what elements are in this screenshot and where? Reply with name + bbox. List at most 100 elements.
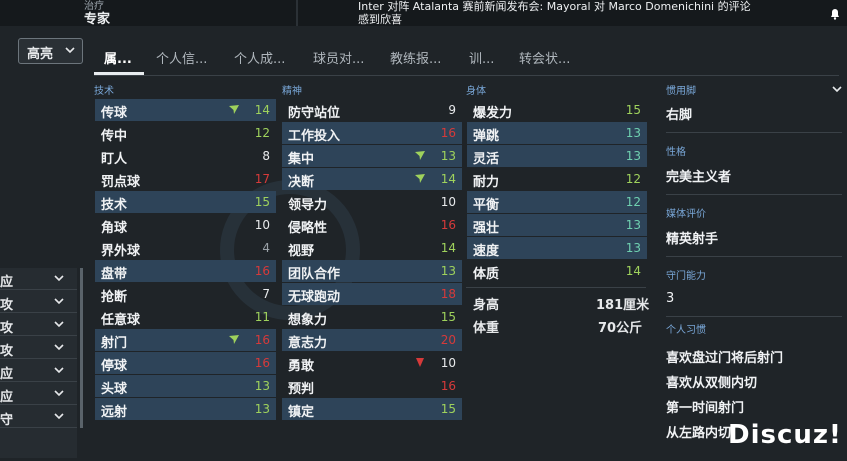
tab-training[interactable]: 训... — [469, 48, 494, 67]
player-trait: 喜欢盘过门将后射门 — [666, 351, 784, 366]
tab-personal-stats[interactable]: 个人成... — [234, 48, 285, 67]
attribute-row-physical[interactable]: 耐力 12 — [467, 168, 647, 190]
position-list-item[interactable]: 守 — [0, 406, 77, 428]
tab-coach-report[interactable]: 教练报... — [390, 48, 441, 67]
attribute-row-technical[interactable]: 传球 14 — [95, 99, 276, 121]
attribute-row-mental[interactable]: 镇定 15 — [282, 398, 462, 420]
attribute-row-technical[interactable]: 远射 13 — [95, 398, 276, 420]
section-technical-title: 技术 — [94, 86, 114, 97]
chevron-down-icon — [54, 413, 64, 420]
attribute-row-technical[interactable]: 停球 16 — [95, 352, 276, 374]
attribute-value: 13 — [625, 218, 641, 232]
attribute-row-technical[interactable]: 技术 15 — [95, 191, 276, 213]
position-list-item[interactable]: 攻 — [0, 291, 77, 313]
attribute-value: 13 — [625, 149, 641, 163]
attribute-row-physical[interactable]: 平衡 12 — [467, 191, 647, 213]
attribute-value: 9 — [448, 103, 456, 117]
attribute-row-technical[interactable]: 任意球 11 — [95, 306, 276, 328]
attribute-value: 18 — [440, 287, 456, 301]
bell-icon[interactable] — [829, 8, 841, 20]
chevron-down-icon — [54, 275, 64, 282]
attribute-row-physical[interactable]: 体质 14 — [467, 260, 647, 282]
divider — [666, 132, 842, 133]
attribute-value: 10 — [440, 195, 456, 209]
attribute-row-physical[interactable]: 强壮 13 — [467, 214, 647, 236]
attribute-name: 耐力 — [473, 175, 500, 190]
attribute-row-technical[interactable]: 盘带 16 — [95, 260, 276, 282]
divider — [666, 256, 842, 257]
height-value: 181厘米 — [596, 298, 650, 313]
position-list-item[interactable]: 应 — [0, 383, 77, 405]
attribute-value: 12 — [254, 126, 270, 140]
attribute-row-physical[interactable]: 速度 13 — [467, 237, 647, 259]
attribute-value: 10 — [440, 356, 456, 370]
attribute-row-mental[interactable]: 意志力 20 — [282, 329, 462, 351]
attribute-value: 10 — [254, 218, 270, 232]
header-role: 专家 — [84, 12, 111, 27]
attribute-value: 11 — [254, 310, 270, 324]
attribute-name: 想象力 — [288, 313, 328, 328]
attribute-value: 16 — [254, 356, 270, 370]
improvement-arrow-icon — [415, 174, 425, 183]
attribute-value: 13 — [440, 264, 456, 278]
attribute-value: 8 — [262, 149, 270, 163]
tab-transfer-status[interactable]: 转会状... — [519, 48, 570, 67]
attribute-name: 界外球 — [101, 244, 141, 259]
media-description-value: 精英射手 — [666, 232, 719, 247]
position-list-item[interactable]: 应 — [0, 268, 77, 290]
tab-attributes[interactable]: 属... — [104, 48, 132, 67]
attribute-value: 16 — [254, 264, 270, 278]
attribute-row-technical[interactable]: 传中 12 — [95, 122, 276, 144]
scrollbar[interactable] — [80, 268, 83, 428]
news-headline[interactable]: Inter 对阵 Atalanta 赛前新闻发布会: Mayoral 对 Mar… — [358, 0, 758, 26]
weight-value: 70公斤 — [598, 321, 643, 336]
attribute-name: 意志力 — [288, 336, 328, 351]
attribute-value: 17 — [254, 172, 270, 186]
chevron-down-icon — [54, 321, 64, 328]
position-list-item[interactable]: 应 — [0, 360, 77, 382]
attribute-row-mental[interactable]: 预判 16 — [282, 375, 462, 397]
attribute-name: 防守站位 — [288, 106, 341, 121]
attribute-row-technical[interactable]: 射门 16 — [95, 329, 276, 351]
attribute-row-technical[interactable]: 罚点球 17 — [95, 168, 276, 190]
attribute-value: 12 — [625, 195, 641, 209]
attribute-row-physical[interactable]: 弹跳 13 — [467, 122, 647, 144]
attribute-row-technical[interactable]: 角球 10 — [95, 214, 276, 236]
attribute-row-technical[interactable]: 抢断 7 — [95, 283, 276, 305]
tab-personal-info[interactable]: 个人信... — [156, 48, 207, 67]
attribute-row-mental[interactable]: 视野 14 — [282, 237, 462, 259]
attribute-name: 视野 — [288, 244, 315, 259]
weight-label: 体重 — [473, 321, 500, 336]
attribute-row-mental[interactable]: 勇敢 10 — [282, 352, 462, 374]
divider — [666, 194, 842, 195]
attribute-row-mental[interactable]: 工作投入 16 — [282, 122, 462, 144]
attribute-row-technical[interactable]: 盯人 8 — [95, 145, 276, 167]
chevron-down-icon[interactable] — [832, 86, 842, 93]
attribute-name: 侵略性 — [288, 221, 328, 236]
height-label: 身高 — [473, 298, 500, 313]
improvement-arrow-icon — [415, 151, 425, 160]
attribute-value: 16 — [440, 379, 456, 393]
attribute-row-mental[interactable]: 无球跑动 18 — [282, 283, 462, 305]
attribute-row-mental[interactable]: 侵略性 16 — [282, 214, 462, 236]
attribute-row-mental[interactable]: 领导力 10 — [282, 191, 462, 213]
attribute-name: 角球 — [101, 221, 128, 236]
attribute-row-mental[interactable]: 想象力 15 — [282, 306, 462, 328]
tab-player-comparison[interactable]: 球员对... — [313, 48, 364, 67]
attribute-row-physical[interactable]: 灵活 13 — [467, 145, 647, 167]
attribute-name: 速度 — [473, 244, 500, 259]
position-list-item[interactable]: 攻 — [0, 337, 77, 359]
attribute-row-physical[interactable]: 爆发力 15 — [467, 99, 647, 121]
attribute-value: 13 — [625, 241, 641, 255]
attribute-row-technical[interactable]: 界外球 4 — [95, 237, 276, 259]
view-dropdown[interactable]: 高亮 — [18, 38, 83, 64]
attribute-value: 15 — [625, 103, 641, 117]
attribute-row-mental[interactable]: 防守站位 9 — [282, 99, 462, 121]
attribute-row-mental[interactable]: 决断 14 — [282, 168, 462, 190]
position-list-item[interactable]: 攻 — [0, 314, 77, 336]
attribute-row-technical[interactable]: 头球 13 — [95, 375, 276, 397]
attribute-row-mental[interactable]: 团队合作 13 — [282, 260, 462, 282]
attribute-name: 集中 — [288, 152, 315, 167]
attribute-name: 盯人 — [101, 152, 128, 167]
attribute-row-mental[interactable]: 集中 13 — [282, 145, 462, 167]
